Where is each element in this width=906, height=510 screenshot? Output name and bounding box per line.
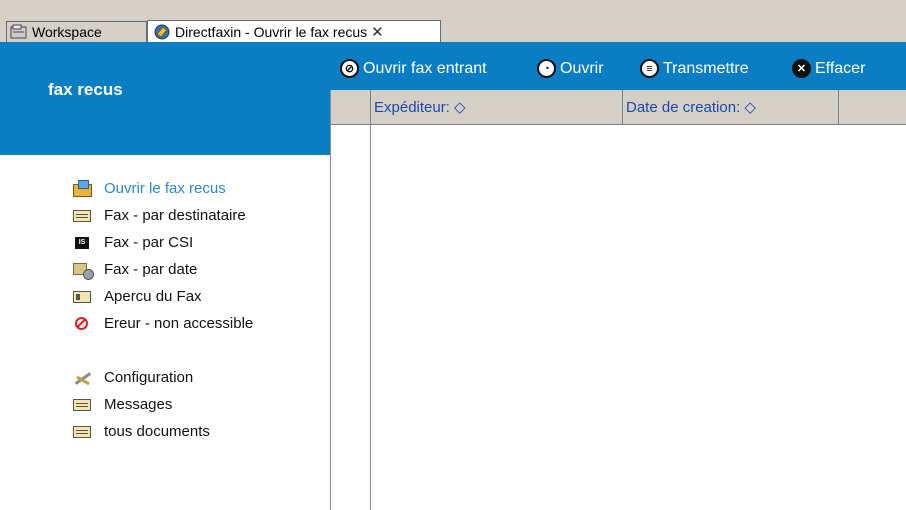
csi-icon: IS — [75, 236, 89, 249]
workspace-icon — [10, 24, 28, 40]
error-icon — [75, 316, 88, 330]
open-incoming-fax-button[interactable]: ⊘ Ouvrir fax entrant — [340, 59, 487, 78]
sidebar-item-fax-by-recipient[interactable]: Fax - par destinataire — [72, 207, 246, 224]
open-incoming-icon: ⊘ — [340, 59, 359, 78]
column-header-extra[interactable] — [838, 90, 906, 124]
sidebar-title: fax recus — [48, 80, 123, 99]
open-envelope-icon — [73, 179, 92, 197]
column-header-select[interactable] — [331, 90, 370, 124]
sidebar-item-label: Fax - par date — [104, 261, 198, 278]
sidebar-item-all-documents[interactable]: tous documents — [72, 423, 210, 440]
date-icon — [73, 262, 94, 280]
button-label: Ouvrir — [560, 59, 604, 77]
list-icon — [73, 209, 91, 222]
sidebar-item-fax-by-date[interactable]: Fax - par date — [72, 261, 198, 280]
delete-icon: ✕ — [792, 59, 811, 78]
delete-button[interactable]: ✕ Effacer — [792, 59, 865, 78]
tab-label: Workspace — [32, 24, 102, 40]
button-label: Ouvrir fax entrant — [363, 59, 487, 77]
tab-bar: Workspace Directfaxin - Ouvrir le fax re… — [0, 0, 906, 42]
sidebar-item-label: Fax - par CSI — [104, 234, 194, 251]
button-label: Transmettre — [663, 59, 749, 77]
sidebar-item-label: tous documents — [104, 423, 210, 440]
list-icon — [73, 398, 91, 411]
sidebar-item-fax-by-csi[interactable]: IS Fax - par CSI — [72, 234, 193, 251]
grid-row-header-divider — [370, 124, 371, 510]
grid-header: Expéditeur: ◇ Date de creation: ◇ — [331, 90, 906, 125]
open-button[interactable]: ◔ Ouvrir — [537, 59, 604, 78]
toolbar: ⊘ Ouvrir fax entrant ◔ Ouvrir ≡ Transmet… — [330, 42, 906, 90]
sidebar-item-label: Ereur - non accessible — [104, 315, 254, 332]
sidebar-item-label: Apercu du Fax — [104, 288, 202, 305]
column-header-sender[interactable]: Expéditeur: ◇ — [370, 90, 622, 124]
sidebar-item-configuration[interactable]: Configuration — [72, 369, 193, 386]
tab-workspace[interactable]: Workspace — [6, 21, 147, 42]
sidebar-item-label: Messages — [104, 396, 173, 413]
forward-button[interactable]: ≡ Transmettre — [640, 59, 749, 78]
sidebar-item-label: Fax - par destinataire — [104, 207, 246, 224]
sidebar-item-messages[interactable]: Messages — [72, 396, 172, 413]
sidebar-item-fax-preview[interactable]: Apercu du Fax — [72, 288, 202, 305]
tab-label: Directfaxin - Ouvrir le fax recus — [175, 23, 368, 40]
directfax-icon — [153, 24, 171, 40]
sidebar-item-label: Configuration — [104, 369, 194, 386]
sidebar-header: fax recus — [0, 42, 330, 155]
button-label: Effacer — [815, 59, 866, 77]
close-icon[interactable]: ✕ — [371, 23, 384, 41]
sidebar-item-label: Ouvrir le fax recus — [104, 180, 226, 197]
tab-directfaxin[interactable]: Directfaxin - Ouvrir le fax recus ✕ — [147, 20, 441, 42]
sidebar-item-error[interactable]: Ereur - non accessible — [72, 315, 253, 332]
open-icon: ◔ — [537, 59, 556, 78]
preview-icon — [73, 290, 91, 303]
grid-left-border — [330, 90, 331, 510]
column-header-creation-date[interactable]: Date de creation: ◇ — [622, 90, 838, 124]
list-icon — [73, 425, 91, 438]
configuration-icon — [73, 370, 93, 386]
sidebar-item-open-received-fax[interactable]: Ouvrir le fax recus — [72, 179, 226, 197]
forward-icon: ≡ — [640, 59, 659, 78]
